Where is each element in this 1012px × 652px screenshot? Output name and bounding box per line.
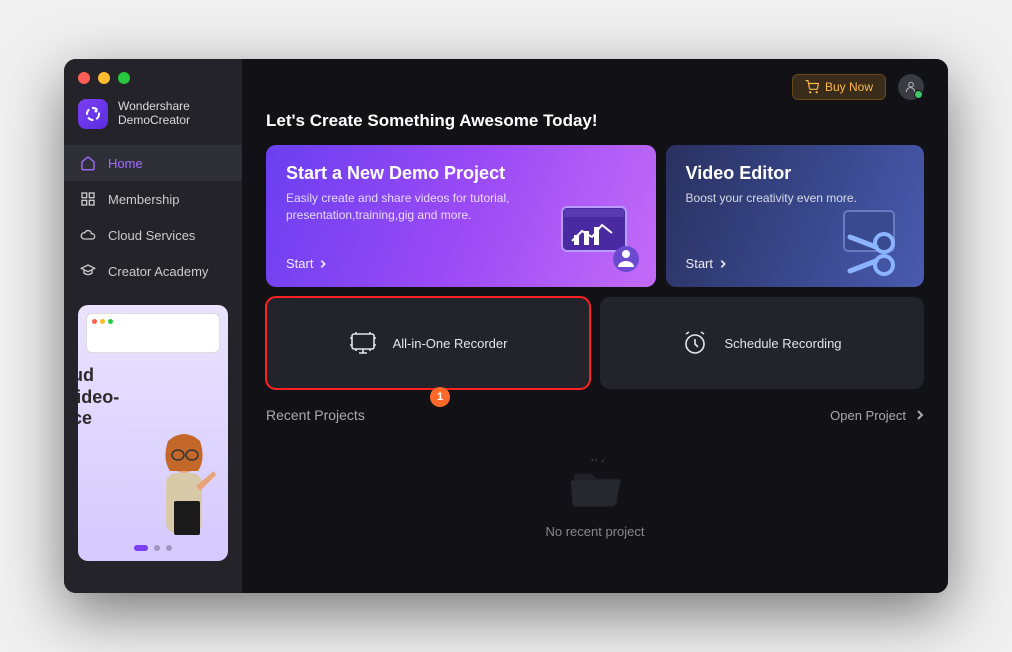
video-editor-card[interactable]: Video Editor Boost your creativity even … [666, 145, 924, 287]
card-title: Start a New Demo Project [286, 163, 636, 184]
cloud-icon [80, 227, 96, 243]
user-avatar[interactable] [898, 74, 924, 100]
close-icon[interactable] [78, 72, 90, 84]
promo-text: ud 'ideo- ce [78, 365, 119, 430]
sidebar-item-academy[interactable]: Creator Academy [64, 253, 242, 289]
empty-folder-icon [563, 458, 627, 510]
sidebar-promo[interactable]: ud 'ideo- ce [78, 305, 228, 561]
sidebar-item-home[interactable]: Home [64, 145, 242, 181]
new-demo-project-card[interactable]: Start a New Demo Project Easily create a… [266, 145, 656, 287]
card-title: Video Editor [686, 163, 904, 184]
chevron-right-icon [719, 259, 727, 269]
promo-dot[interactable] [154, 545, 160, 551]
scissors-icon [836, 201, 914, 279]
promo-dot[interactable] [134, 545, 148, 551]
tool-label: All-in-One Recorder [393, 336, 508, 351]
recent-title: Recent Projects [266, 407, 365, 423]
sidebar-item-cloud[interactable]: Cloud Services [64, 217, 242, 253]
open-project-label: Open Project [830, 408, 906, 423]
app-window: Wondershare DemoCreator Home Membership … [64, 59, 948, 593]
open-project-button[interactable]: Open Project [830, 408, 924, 423]
chevron-right-icon [319, 259, 327, 269]
user-icon [904, 80, 918, 94]
sidebar-item-label: Home [108, 156, 143, 171]
card-desc: Easily create and share videos for tutor… [286, 190, 546, 224]
sidebar-item-membership[interactable]: Membership [64, 181, 242, 217]
all-in-one-recorder-card[interactable]: All-in-One Recorder [266, 297, 590, 389]
logo-mark-icon [78, 99, 108, 129]
window-controls [78, 72, 130, 84]
page-headline: Let's Create Something Awesome Today! [266, 111, 924, 131]
chevron-right-icon [916, 409, 924, 421]
tool-cards: All-in-One Recorder Schedule Recording 1 [266, 297, 924, 389]
header-bar: Buy Now [266, 73, 924, 101]
promo-person-illustration [146, 431, 222, 551]
sidebar-item-label: Membership [108, 192, 180, 207]
app-name: Wondershare DemoCreator [118, 100, 190, 128]
recorder-icon [349, 331, 377, 355]
card-cta: Start [686, 256, 727, 271]
clock-alarm-icon [682, 330, 708, 356]
main-content: Buy Now Let's Create Something Awesome T… [242, 59, 948, 593]
recent-projects-header: Recent Projects Open Project [266, 407, 924, 423]
empty-state: No recent project [266, 423, 924, 573]
promo-dot[interactable] [166, 545, 172, 551]
buy-now-label: Buy Now [825, 80, 873, 94]
empty-text: No recent project [546, 524, 645, 539]
monitor-chart-icon [556, 201, 644, 279]
annotation-badge: 1 [430, 387, 450, 407]
buy-now-button[interactable]: Buy Now [792, 74, 886, 100]
sidebar: Wondershare DemoCreator Home Membership … [64, 59, 242, 593]
app-logo: Wondershare DemoCreator [64, 95, 242, 145]
grid-icon [80, 191, 96, 207]
academy-icon [80, 263, 96, 279]
sidebar-item-label: Creator Academy [108, 264, 208, 279]
maximize-icon[interactable] [118, 72, 130, 84]
hero-cards: Start a New Demo Project Easily create a… [266, 145, 924, 287]
sidebar-item-label: Cloud Services [108, 228, 195, 243]
schedule-recording-card[interactable]: Schedule Recording [600, 297, 924, 389]
tool-label: Schedule Recording [724, 336, 841, 351]
home-icon [80, 155, 96, 171]
cart-icon [805, 80, 819, 94]
minimize-icon[interactable] [98, 72, 110, 84]
card-cta: Start [286, 256, 327, 271]
sidebar-nav: Home Membership Cloud Services Creator A… [64, 145, 242, 289]
promo-window-mock [86, 313, 220, 353]
promo-pagination [134, 545, 172, 551]
